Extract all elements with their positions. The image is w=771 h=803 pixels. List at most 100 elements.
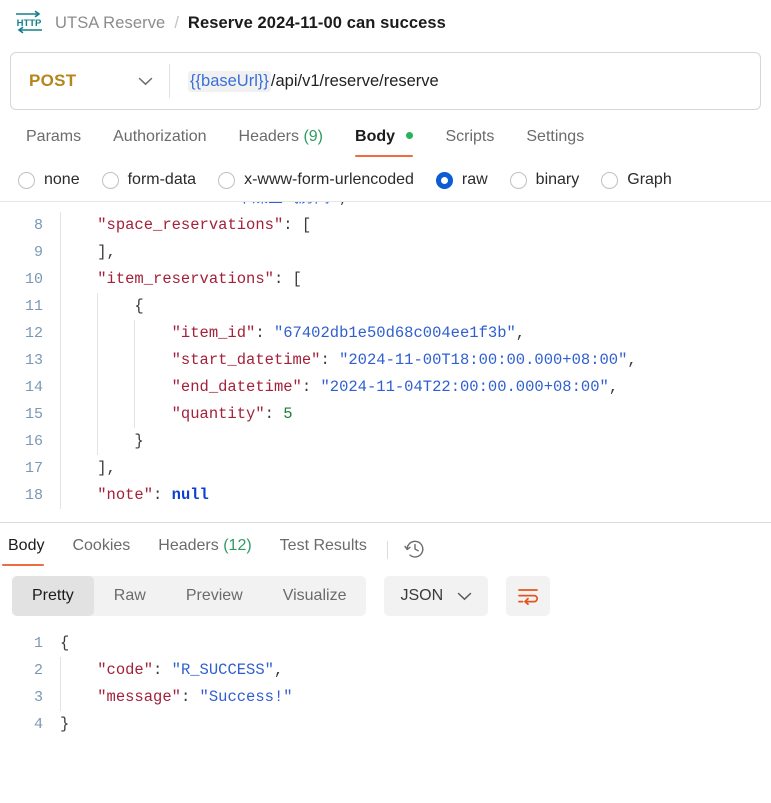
breadcrumb-collection[interactable]: UTSA Reserve: [55, 14, 165, 33]
code-text: "item_reservations": [: [56, 266, 302, 293]
view-pretty-button[interactable]: Pretty: [12, 576, 94, 616]
http-method-label: POST: [29, 71, 77, 90]
view-visualize-label: Visualize: [282, 587, 347, 604]
history-clock-icon: [404, 538, 426, 560]
indent-guide: [60, 212, 61, 239]
code-line: 1{: [0, 630, 771, 657]
response-body-viewer[interactable]: 1{2 "code": "R_SUCCESS", 3 "message": "Su…: [0, 626, 771, 803]
line-number: 2: [33, 662, 43, 679]
code-line: 2 "code": "R_SUCCESS",: [0, 657, 771, 684]
url-variable-token: {{baseUrl}}: [188, 70, 271, 92]
radio-binary[interactable]: binary: [509, 171, 579, 189]
view-raw-button[interactable]: Raw: [94, 576, 166, 616]
response-tab-body[interactable]: Body: [0, 537, 58, 566]
response-tab-test-results[interactable]: Test Results: [266, 537, 381, 566]
radio-none[interactable]: none: [18, 171, 80, 189]
code-token: "note": [97, 486, 154, 504]
indent-guide: [97, 374, 98, 401]
tab-authorization[interactable]: Authorization: [97, 128, 222, 157]
tab-body-label: Body: [355, 128, 396, 145]
radio-graphql[interactable]: Graph: [601, 171, 672, 189]
http-method-dropdown[interactable]: POST: [11, 53, 169, 109]
radio-raw[interactable]: raw: [435, 171, 488, 189]
code-line: 14 "end_datetime": "2024-11-04T22:00:00.…: [0, 374, 771, 401]
view-pretty-label: Pretty: [32, 587, 74, 604]
tab-params[interactable]: Params: [10, 128, 97, 157]
code-text: ],: [56, 455, 116, 482]
code-line: 16 }: [0, 428, 771, 455]
response-language-dropdown[interactable]: JSON: [384, 576, 489, 616]
code-text: "item_id": "67402db1e50d68c004ee1f3b",: [56, 320, 525, 347]
code-token: :: [301, 378, 321, 396]
code-token: "message": [97, 688, 181, 706]
line-number: 4: [33, 716, 43, 733]
code-line: 13 "start_datetime": "2024-11-00T18:00:0…: [0, 347, 771, 374]
response-tab-divider: [386, 541, 388, 559]
response-tab-headers-label: Headers: [158, 537, 219, 554]
code-line: 15 "quantity": 5: [0, 401, 771, 428]
response-tab-headers[interactable]: Headers (12): [144, 537, 265, 566]
response-history-button[interactable]: [394, 538, 436, 566]
tab-body[interactable]: Body: [339, 128, 429, 157]
code-token: : [: [273, 270, 302, 288]
radio-form-data[interactable]: form-data: [101, 171, 196, 189]
line-number: 14: [24, 379, 43, 396]
tab-scripts[interactable]: Scripts: [429, 128, 510, 157]
tab-settings[interactable]: Settings: [510, 128, 600, 157]
radio-raw-label: raw: [461, 171, 488, 188]
code-text: "reason": "干燥空气房间",: [56, 202, 348, 212]
code-token: "item_reservations": [97, 270, 274, 288]
code-token: "item_id": [171, 324, 256, 342]
tab-headers[interactable]: Headers (9): [223, 128, 340, 157]
code-token: "code": [97, 661, 154, 679]
chevron-down-icon: [138, 77, 153, 86]
url-bar: POST {{baseUrl}}/api/v1/reserve/reserve: [10, 52, 761, 110]
view-preview-button[interactable]: Preview: [166, 576, 263, 616]
breadcrumb-request-name[interactable]: Reserve 2024-11-00 can success: [188, 14, 446, 33]
line-number: 10: [24, 271, 43, 288]
tab-params-label: Params: [26, 128, 82, 145]
radio-x-www-form-urlencoded[interactable]: x-www-form-urlencoded: [218, 171, 414, 189]
code-token: ,: [515, 324, 526, 342]
response-tab-cookies[interactable]: Cookies: [58, 537, 144, 566]
view-visualize-button[interactable]: Visualize: [263, 576, 367, 616]
code-text: "quantity": 5: [56, 401, 293, 428]
indent-guide: [97, 401, 98, 428]
word-wrap-toggle[interactable]: [506, 576, 551, 616]
tab-authorization-label: Authorization: [113, 128, 207, 145]
radio-none-label: none: [44, 171, 80, 188]
indent-guide: [60, 320, 61, 347]
code-text: "note": null: [56, 482, 209, 509]
code-token: {: [134, 297, 144, 315]
indent-guide: [97, 293, 98, 320]
indent-guide: [60, 293, 61, 320]
code-text: "message": "Success!": [56, 684, 293, 711]
code-token: ,: [339, 202, 348, 207]
line-number: 13: [24, 352, 43, 369]
indent-guide: [97, 347, 98, 374]
code-text: ],: [56, 239, 116, 266]
chevron-down-icon: [457, 592, 472, 601]
indent-guide: [134, 374, 135, 401]
code-token: "quantity": [171, 405, 265, 423]
indent-guide: [60, 428, 61, 455]
radio-urlencoded-label: x-www-form-urlencoded: [244, 171, 414, 188]
tab-headers-count: (9): [303, 128, 324, 145]
code-token: "2024-11-00T18:00:00.000+08:00": [339, 351, 628, 369]
code-line: 4}: [0, 711, 771, 738]
response-language-label: JSON: [400, 587, 444, 604]
url-input[interactable]: {{baseUrl}}/api/v1/reserve/reserve: [170, 53, 760, 109]
code-token: "start_datetime": [171, 351, 321, 369]
radio-none-mark: [18, 171, 35, 189]
code-token: "干燥空气房间": [227, 202, 339, 207]
code-token: "end_datetime": [171, 378, 302, 396]
code-token: "space_reservations": [97, 216, 284, 234]
indent-guide: [60, 657, 61, 684]
request-body-editor[interactable]: 7 "reason": "干燥空气房间",8 "space_reservatio…: [0, 201, 771, 522]
code-text: "start_datetime": "2024-11-00T18:00:00.0…: [56, 347, 637, 374]
indent-guide: [97, 428, 98, 455]
line-number: 16: [24, 433, 43, 450]
